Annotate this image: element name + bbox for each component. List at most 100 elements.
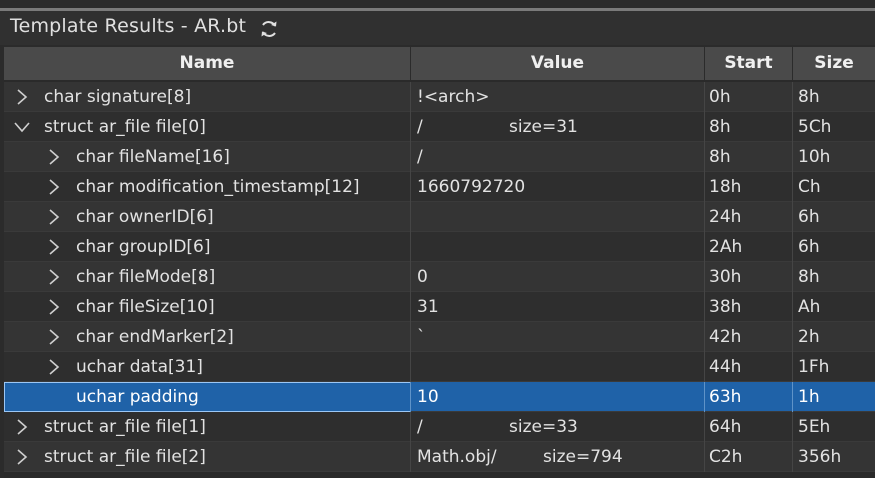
cell-size: 10h [798, 147, 831, 167]
struct-size-note: size=794 [543, 447, 623, 467]
cell-start: 0h [705, 82, 793, 112]
chevron-right-icon[interactable] [46, 299, 62, 315]
field-value: ` [417, 327, 426, 347]
tree-row[interactable]: char ownerID[6] 24h 6h [4, 202, 875, 232]
chevron-right-icon[interactable] [46, 179, 62, 195]
tree-row[interactable]: char modification_timestamp[12] 166079272… [4, 172, 875, 202]
column-header-value[interactable]: Value [411, 47, 705, 80]
tree-row[interactable]: uchar padding 10 63h 1h [4, 382, 875, 412]
panel-title: Template Results - AR.bt [10, 15, 247, 37]
cell-value[interactable]: / size=33 [411, 412, 705, 442]
cell-value[interactable] [411, 202, 705, 232]
template-results-table: Name Value Start Size char signature[8]!… [4, 47, 875, 478]
chevron-right-icon[interactable] [46, 329, 62, 345]
struct-size-note: size=31 [509, 117, 578, 137]
chevron-right-icon[interactable] [46, 149, 62, 165]
chevron-right-icon[interactable] [46, 359, 62, 375]
cell-start: 24h [705, 202, 793, 232]
cell-start: 38h [705, 292, 793, 322]
cell-value[interactable] [411, 352, 705, 382]
cell-name: char fileSize[10] [4, 292, 411, 322]
cell-name: struct ar_file file[0] [4, 112, 411, 142]
refresh-icon[interactable] [258, 18, 280, 40]
cell-value[interactable]: / size=31 [411, 112, 705, 142]
cell-size: 2h [798, 327, 820, 347]
cell-name: uchar padding [4, 382, 411, 412]
tree-row[interactable]: char fileName[16] / 8h 10h [4, 142, 875, 172]
cell-start: 8h [705, 112, 793, 142]
cell-size: 8h [798, 267, 820, 287]
field-name: char fileMode[8] [76, 267, 216, 287]
field-value: Math.obj/ [417, 447, 497, 467]
tree-row[interactable]: char groupID[6] 2Ah 6h [4, 232, 875, 262]
tree-row[interactable]: char fileMode[8] 0 30h 8h [4, 262, 875, 292]
tree-row[interactable]: struct ar_file file[1] / size=33 64h 5Eh [4, 412, 875, 442]
tree-row[interactable]: uchar data[31] 44h 1Fh [4, 352, 875, 382]
cell-value[interactable]: 0 [411, 262, 705, 292]
chevron-right-icon[interactable] [14, 419, 30, 435]
panel-titlebar: Template Results - AR.bt [0, 11, 875, 45]
cell-name: struct ar_file file[2] [4, 442, 411, 472]
cell-start: 18h [705, 172, 793, 202]
field-name: struct ar_file file[1] [44, 417, 206, 437]
field-name: char groupID[6] [76, 237, 211, 257]
column-header-start[interactable]: Start [705, 47, 793, 80]
cell-size: Ch [798, 177, 821, 197]
cell-value[interactable]: !<arch> [411, 82, 705, 112]
cell-name: char groupID[6] [4, 232, 411, 262]
cell-start: C2h [705, 442, 793, 472]
chevron-down-icon[interactable] [14, 119, 30, 135]
chevron-right-icon[interactable] [46, 269, 62, 285]
field-value: 0 [417, 267, 428, 287]
cell-size: Ah [798, 297, 821, 317]
cell-value[interactable]: 10 [411, 382, 705, 412]
cell-size: 5Ch [798, 117, 832, 137]
cell-value[interactable]: 1660792720 [411, 172, 705, 202]
field-value: !<arch> [417, 87, 490, 107]
field-name: uchar padding [76, 387, 199, 407]
chevron-right-icon[interactable] [46, 209, 62, 225]
cell-start: 8h [705, 142, 793, 172]
tree-row[interactable]: char endMarker[2] ` 42h 2h [4, 322, 875, 352]
field-name: char modification_timestamp[12] [76, 177, 360, 197]
tree-row[interactable]: char signature[8] !<arch> 0h 8h [4, 82, 875, 112]
cell-start: 44h [705, 352, 793, 382]
cell-name: char fileName[16] [4, 142, 411, 172]
cell-size: 1h [798, 387, 820, 407]
tree-row[interactable]: struct ar_file file[2] Math.obj/size=794 C… [4, 442, 875, 472]
chevron-right-icon[interactable] [46, 239, 62, 255]
cell-start: 2Ah [705, 232, 793, 262]
field-value: / [417, 147, 423, 167]
cell-value[interactable]: / [411, 142, 705, 172]
cell-name: char ownerID[6] [4, 202, 411, 232]
field-name: char fileSize[10] [76, 297, 215, 317]
cell-start: 64h [705, 412, 793, 442]
field-value: / [417, 117, 423, 137]
cell-size: 8h [798, 87, 820, 107]
column-header-size[interactable]: Size [793, 47, 875, 80]
cell-name: char endMarker[2] [4, 322, 411, 352]
tree-row[interactable]: char fileSize[10] 31 38h Ah [4, 292, 875, 322]
cell-name: struct ar_file file[1] [4, 412, 411, 442]
field-name: uchar data[31] [76, 357, 203, 377]
cell-value[interactable] [411, 232, 705, 262]
field-value: 10 [417, 387, 439, 407]
cell-size: 356h [798, 447, 842, 467]
cell-value[interactable]: Math.obj/size=794 [411, 442, 705, 472]
cell-value[interactable]: ` [411, 322, 705, 352]
chevron-right-icon[interactable] [14, 449, 30, 465]
cell-value[interactable]: 31 [411, 292, 705, 322]
column-header-name[interactable]: Name [4, 47, 411, 80]
cell-name: char modification_timestamp[12] [4, 172, 411, 202]
tree-row[interactable]: struct ar_file file[0] / size=31 8h 5Ch [4, 112, 875, 142]
cell-name: char signature[8] [4, 82, 411, 112]
field-value: / [417, 417, 423, 437]
field-name: char fileName[16] [76, 147, 230, 167]
cell-size: 5Eh [798, 417, 831, 437]
struct-size-note: size=33 [509, 417, 578, 437]
field-name: struct ar_file file[0] [44, 117, 206, 137]
field-value: 1660792720 [417, 177, 526, 197]
cell-size: 1Fh [798, 357, 830, 377]
cell-name: uchar data[31] [4, 352, 411, 382]
chevron-right-icon[interactable] [14, 89, 30, 105]
